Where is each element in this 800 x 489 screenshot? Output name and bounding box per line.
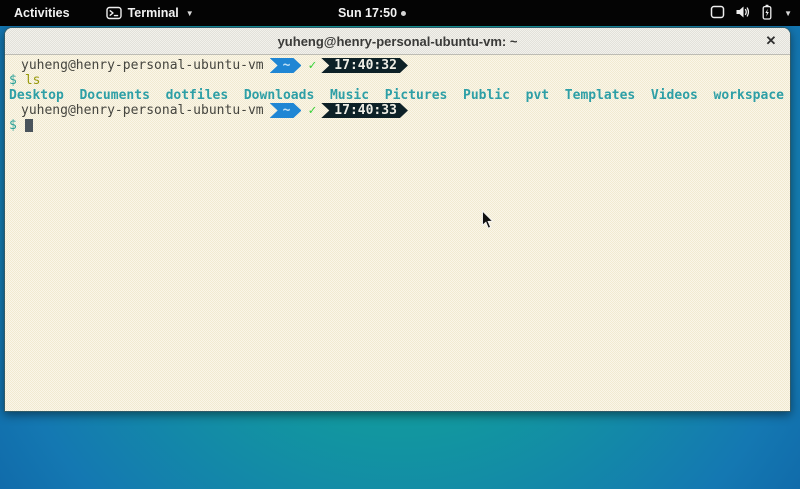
app-menu-button[interactable]: Terminal ▼ [106, 6, 194, 20]
directory-entry: dotfiles [166, 88, 229, 103]
powerline-time-segment: 17:40:33 [321, 103, 408, 118]
directory-entry: workspace [714, 88, 784, 103]
top-bar: Activities Terminal ▼ Sun 17:50 [0, 0, 800, 26]
terminal-window: yuheng@henry-personal-ubuntu-vm: ~ ✕ yuh… [4, 27, 791, 412]
system-status-area[interactable]: ▼ [710, 0, 792, 26]
app-menu-label: Terminal [128, 6, 179, 20]
prompt-dollar: $ [9, 73, 17, 88]
text-cursor [25, 119, 33, 132]
directory-entry: Music [330, 88, 369, 103]
directory-entry: Templates [565, 88, 635, 103]
prompt-line: yuheng@henry-personal-ubuntu-vm ~ ✓ 17:4… [9, 103, 786, 118]
powerline-path-segment: ~ [270, 103, 302, 118]
battery-charging-icon [761, 4, 773, 23]
status-check-icon: ✓ [308, 58, 316, 73]
close-button[interactable]: ✕ [762, 32, 780, 50]
display-icon [710, 5, 725, 22]
directory-entry: Pictures [385, 88, 448, 103]
directory-entry: Videos [651, 88, 698, 103]
window-titlebar[interactable]: yuheng@henry-personal-ubuntu-vm: ~ ✕ [5, 28, 790, 55]
prompt-line: yuheng@henry-personal-ubuntu-vm ~ ✓ 17:4… [9, 58, 786, 73]
powerline-path-segment: ~ [270, 58, 302, 73]
directory-entry: Public [463, 88, 510, 103]
directory-entry: Desktop [9, 88, 64, 103]
clock-label: Sun 17:50 [338, 6, 397, 20]
directory-listing: Desktop Documents dotfiles Downloads Mus… [9, 88, 786, 103]
prompt-user: yuheng@henry-personal-ubuntu-vm [21, 58, 264, 73]
input-line: $ [9, 118, 786, 133]
directory-entry: Downloads [244, 88, 314, 103]
app-menu-chevron-icon: ▼ [186, 9, 194, 18]
window-title: yuheng@henry-personal-ubuntu-vm: ~ [278, 34, 518, 49]
volume-icon [735, 5, 751, 22]
directory-entry: Documents [79, 88, 149, 103]
command-line: $ ls [9, 73, 786, 88]
activities-button[interactable]: Activities [10, 6, 74, 20]
prompt-dollar: $ [9, 118, 17, 133]
notification-dot-icon [401, 11, 406, 16]
terminal-app-icon [106, 6, 122, 20]
clock-button[interactable]: Sun 17:50 [338, 6, 406, 20]
terminal-viewport[interactable]: yuheng@henry-personal-ubuntu-vm ~ ✓ 17:4… [5, 55, 790, 411]
system-menu-chevron-icon: ▼ [784, 9, 792, 18]
status-check-icon: ✓ [308, 103, 316, 118]
command-text: ls [25, 73, 41, 88]
powerline-time-segment: 17:40:32 [321, 58, 408, 73]
directory-entry: pvt [526, 88, 549, 103]
prompt-user: yuheng@henry-personal-ubuntu-vm [21, 103, 264, 118]
